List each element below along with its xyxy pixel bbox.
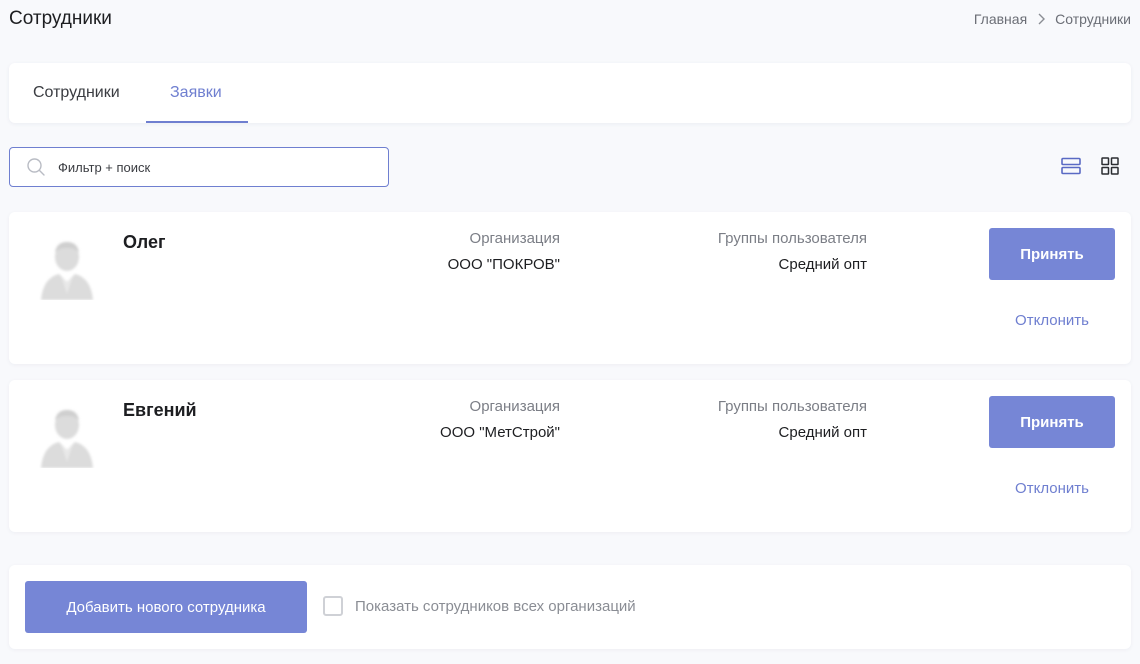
user-group-label: Группы пользователя xyxy=(717,398,867,415)
show-all-orgs-checkbox[interactable] xyxy=(323,596,343,616)
request-card: Олег Организация ООО "ПОКРОВ" Группы пол… xyxy=(9,212,1131,364)
search-box xyxy=(9,147,389,187)
chevron-right-icon xyxy=(1037,13,1046,25)
show-all-orgs-label: Показать сотрудников всех организаций xyxy=(355,597,636,615)
add-employee-button[interactable]: Добавить нового сотрудника xyxy=(25,581,307,633)
list-view-icon[interactable] xyxy=(1061,157,1081,175)
page-title: Сотрудники xyxy=(9,8,112,29)
request-card: Евгений Организация ООО "МетСтрой" Групп… xyxy=(9,380,1131,532)
avatar xyxy=(39,404,95,468)
breadcrumb: Главная Сотрудники xyxy=(974,11,1131,27)
decline-link[interactable]: Отклонить xyxy=(989,312,1115,329)
organization-label: Организация xyxy=(469,230,560,247)
tab-requests[interactable]: Заявки xyxy=(146,63,248,123)
search-icon xyxy=(26,157,46,177)
accept-button[interactable]: Принять xyxy=(989,396,1115,448)
decline-link[interactable]: Отклонить xyxy=(989,480,1115,497)
tabs-bar: Сотрудники Заявки xyxy=(9,63,1131,123)
grid-view-icon[interactable] xyxy=(1101,157,1119,175)
user-group-label: Группы пользователя xyxy=(717,230,867,247)
accept-button[interactable]: Принять xyxy=(989,228,1115,280)
avatar xyxy=(39,236,95,300)
employee-name: Евгений xyxy=(123,400,197,420)
organization-value: ООО "ПОКРОВ" xyxy=(447,256,560,273)
breadcrumb-home-link[interactable]: Главная xyxy=(974,11,1027,27)
organization-value: ООО "МетСтрой" xyxy=(440,424,560,441)
breadcrumb-current: Сотрудники xyxy=(1055,11,1131,27)
organization-label: Организация xyxy=(469,398,560,415)
user-group-value: Средний опт xyxy=(778,424,867,441)
tab-employees[interactable]: Сотрудники xyxy=(9,63,146,123)
footer-actions: Добавить нового сотрудника Показать сотр… xyxy=(9,565,1131,649)
employee-name: Олег xyxy=(123,232,166,252)
user-group-value: Средний опт xyxy=(778,256,867,273)
show-all-orgs-toggle[interactable]: Показать сотрудников всех организаций xyxy=(323,596,636,616)
search-input[interactable] xyxy=(58,159,358,175)
